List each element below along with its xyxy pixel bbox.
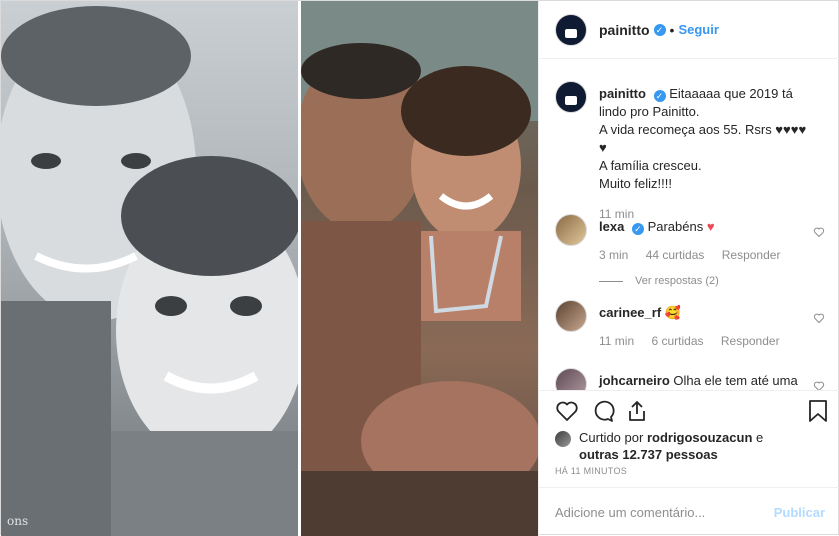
commenter-username[interactable]: carinee_rf [599,305,661,320]
likes-text: Curtido por rodrigosouzacun e outras 12.… [579,429,763,463]
add-comment-bar: Publicar [539,487,839,536]
likes-others-count[interactable]: outras 12.737 pessoas [579,447,718,462]
comment-meta: 3 min 44 curtidas Responder [599,246,815,264]
comment-meta: 11 min 6 curtidas Responder [599,332,815,350]
likes-connector: e [756,430,764,445]
commenter-avatar[interactable] [555,368,587,390]
header-separator: • [669,21,675,38]
publish-button[interactable]: Publicar [774,505,825,520]
comment-item: lexa ✓ Parabéns ♥ 3 min 44 curtidas Resp… [555,214,825,290]
smiling-hearts-emoji: 🥰 [664,305,681,320]
comment-input[interactable] [555,504,774,520]
instagram-post: ons painitto ✓ • Seguir painitto ✓ Eitaa… [0,0,839,536]
author-avatar[interactable] [555,13,587,46]
photo-watermark: ons [7,514,29,528]
caption-line-3: A família cresceu. [599,158,702,173]
liker-avatar[interactable] [555,431,571,447]
like-comment-heart-icon[interactable] [813,380,825,390]
bw-photo-illustration [1,6,298,536]
follow-button[interactable]: Seguir [678,22,718,37]
likes-prefix: Curtido por [579,430,644,445]
like-heart-icon[interactable] [555,399,579,423]
comment-text: Olha ele tem até uma [673,373,798,388]
verified-badge-icon: ✓ [631,223,644,235]
comment-body: lexa ✓ Parabéns ♥ 3 min 44 curtidas Resp… [599,214,815,290]
caption-author-avatar[interactable] [555,81,587,113]
comment-text: Parabéns [647,219,704,234]
comment-body: carinee_rf 🥰 11 min 6 curtidas Responder [599,300,815,350]
commenter-username[interactable]: johcarneiro [599,373,670,388]
liker-username[interactable]: rodrigosouzacun [647,430,752,445]
red-heart-emoji: ♥ [706,219,715,234]
color-photo-illustration [301,1,538,536]
post-side-panel: painitto ✓ • Seguir painitto ✓ Eitaaaaa … [538,1,839,536]
author-username[interactable]: painitto [599,22,650,38]
comment-item: johcarneiro Olha ele tem até uma [555,368,825,390]
like-comment-heart-icon[interactable] [813,312,825,324]
caption-body: painitto ✓ Eitaaaaa que 2019 tá lindo pr… [599,81,815,223]
reply-button[interactable]: Responder [722,248,781,262]
caption-row: painitto ✓ Eitaaaaa que 2019 tá lindo pr… [555,81,825,223]
likes-summary: Curtido por rodrigosouzacun e outras 12.… [555,429,763,463]
photo-father-daughter-color [301,1,538,536]
comment-body: johcarneiro Olha ele tem até uma [599,368,815,390]
like-comment-heart-icon[interactable] [813,226,825,238]
comment-time[interactable]: 11 min [599,334,634,348]
photo-father-daughter-bw: ons [1,1,298,536]
comment-time[interactable]: 3 min [599,248,628,262]
save-bookmark-icon[interactable] [807,399,829,423]
post-actions-bar [539,390,839,430]
comment-likes[interactable]: 44 curtidas [646,248,705,262]
post-media[interactable]: ons [1,1,538,536]
caption-line-4: Muito feliz!!!! [599,176,672,191]
comments-section[interactable]: painitto ✓ Eitaaaaa que 2019 tá lindo pr… [539,60,839,390]
post-header: painitto ✓ • Seguir [539,1,839,59]
share-icon[interactable] [625,399,649,423]
commenter-avatar[interactable] [555,300,587,332]
verified-badge-icon: ✓ [653,90,666,102]
comment-likes[interactable]: 6 curtidas [651,334,703,348]
comment-bubble-icon[interactable] [591,399,615,423]
caption-line-2: A vida recomeça aos 55. Rsrs ♥♥♥♥ ♥ [599,122,807,155]
verified-badge-icon: ✓ [653,23,666,36]
view-replies-button[interactable]: Ver respostas (2) [599,272,815,290]
view-replies-label: Ver respostas (2) [635,275,719,287]
comment-item: carinee_rf 🥰 11 min 6 curtidas Responder [555,300,825,350]
reply-button[interactable]: Responder [721,334,780,348]
commenter-username[interactable]: lexa [599,219,624,234]
commenter-avatar[interactable] [555,214,587,246]
post-timestamp[interactable]: HÁ 11 MINUTOS [555,466,627,476]
caption-username[interactable]: painitto [599,86,646,101]
